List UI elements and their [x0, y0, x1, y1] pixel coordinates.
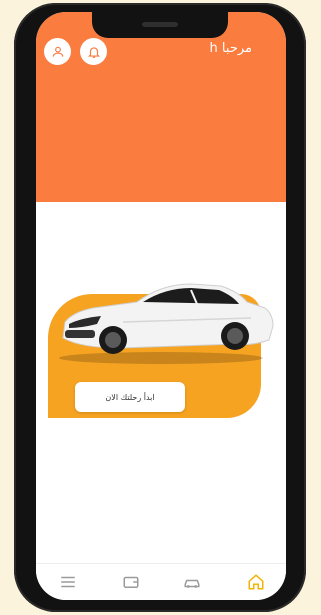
- notifications-button[interactable]: [80, 38, 107, 65]
- bottom-tab-bar: [36, 563, 286, 600]
- header: مرحبا h: [36, 12, 286, 202]
- user-icon: [52, 46, 63, 57]
- tab-wallet[interactable]: [119, 572, 143, 592]
- greeting-text: مرحبا h: [209, 41, 252, 56]
- menu-icon: [61, 576, 75, 588]
- tab-menu[interactable]: [56, 572, 80, 592]
- phone-notch: [92, 12, 228, 38]
- tab-home[interactable]: [244, 572, 268, 592]
- bell-icon: [87, 46, 100, 58]
- tab-car[interactable]: [180, 572, 204, 592]
- profile-button[interactable]: [44, 38, 71, 65]
- car-image: [59, 283, 274, 364]
- home-icon: [248, 574, 264, 590]
- car-icon: [184, 579, 200, 588]
- wallet-icon: [123, 576, 139, 588]
- speaker-grille: [142, 22, 178, 27]
- app-screen: مرحبا h ابدأ رحلتك الان: [36, 12, 286, 600]
- start-trip-button[interactable]: ابدأ رحلتك الان: [75, 382, 185, 412]
